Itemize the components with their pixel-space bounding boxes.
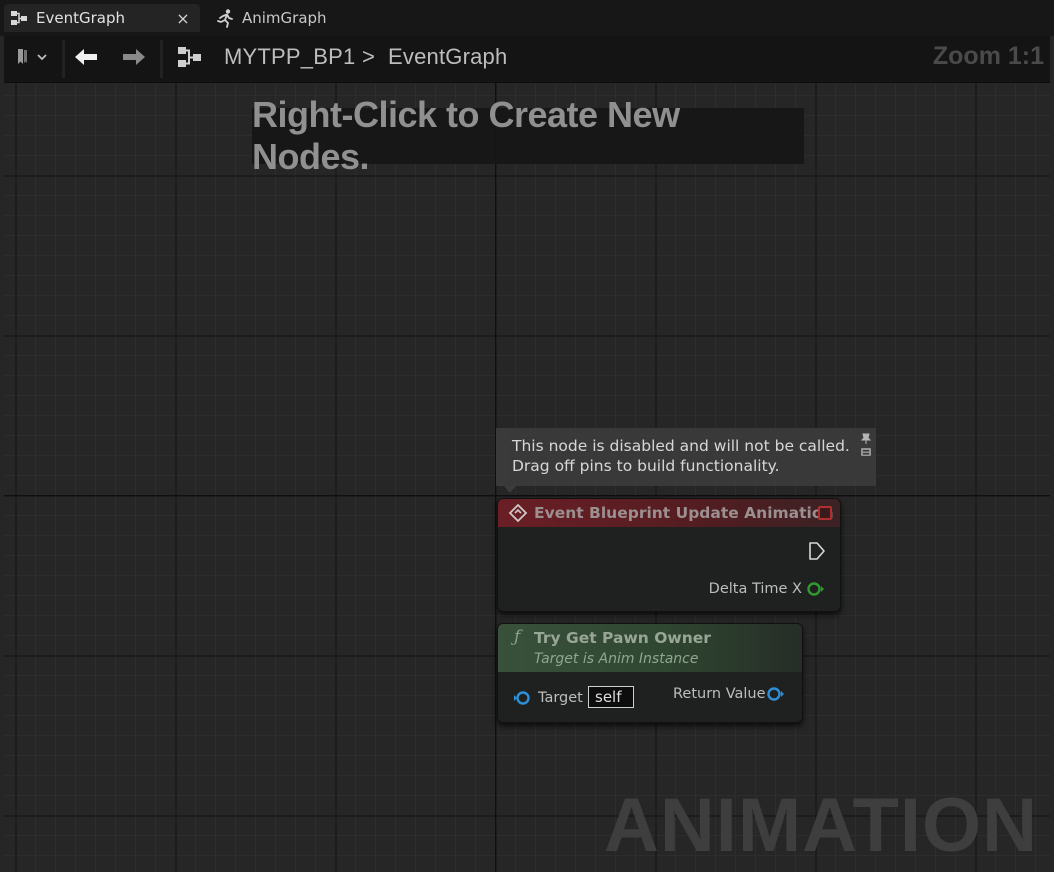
graph-icon: [8, 7, 30, 29]
arrow-right-icon: [121, 47, 147, 71]
target-input[interactable]: self: [588, 686, 634, 708]
breadcrumb-graph[interactable]: EventGraph: [388, 44, 507, 70]
pin-label-delta-time: Delta Time X: [708, 581, 802, 597]
stop-icon: [818, 506, 832, 520]
forward-button[interactable]: [116, 42, 152, 76]
graph-watermark: ANIMATION: [604, 783, 1038, 868]
event-diamond-icon: [508, 503, 528, 523]
close-icon[interactable]: ×: [172, 9, 194, 28]
graph-button[interactable]: [172, 42, 208, 76]
toolbar-divider: [160, 40, 163, 78]
breadcrumb-separator-icon: >: [362, 44, 376, 69]
running-figure-icon: [214, 7, 236, 29]
exec-output-pin[interactable]: [808, 541, 826, 565]
graph-icon: [176, 45, 204, 73]
comment-tail: [504, 486, 516, 493]
comment-line: This node is disabled and will not be ca…: [512, 437, 850, 455]
zoom-level: Zoom 1:1: [932, 42, 1044, 70]
function-icon: ƒ: [514, 627, 521, 647]
node-header: Event Blueprint Update Animation: [498, 499, 840, 527]
float-output-pin[interactable]: [806, 581, 826, 601]
tab-animgraph[interactable]: AnimGraph: [210, 4, 360, 32]
tab-eventgraph[interactable]: EventGraph ×: [4, 4, 200, 32]
arrow-left-icon: [73, 47, 99, 71]
pin-label-return-value: Return Value: [673, 686, 766, 702]
node-header: ƒ Try Get Pawn Owner Target is Anim Inst…: [498, 624, 802, 672]
tab-label: AnimGraph: [242, 9, 327, 27]
pin-label-target: Target: [538, 690, 583, 706]
tab-label: EventGraph: [36, 9, 125, 27]
event-blueprint-update-animation-node[interactable]: Event Blueprint Update Animation Delta T…: [497, 498, 841, 612]
canvas-hint: Right-Click to Create New Nodes.: [252, 94, 804, 177]
comment-line: Drag off pins to build functionality.: [512, 457, 780, 475]
object-output-pin[interactable]: [766, 686, 786, 706]
node-title: Event Blueprint Update Animation: [534, 504, 834, 522]
back-button[interactable]: [68, 42, 104, 76]
try-get-pawn-owner-node[interactable]: ƒ Try Get Pawn Owner Target is Anim Inst…: [497, 623, 803, 723]
bookmark-icon: [15, 47, 49, 71]
tab-bar: EventGraph × AnimGraph: [0, 0, 1054, 36]
object-input-pin[interactable]: [512, 690, 532, 710]
pin-comment-icon[interactable]: [860, 433, 872, 464]
node-comment-bubble[interactable]: This node is disabled and will not be ca…: [496, 428, 876, 486]
node-subtitle: Target is Anim Instance: [534, 651, 699, 667]
toolbar-divider: [62, 40, 65, 78]
breadcrumb-blueprint[interactable]: MYTPP_BP1: [224, 44, 355, 70]
bookmark-button[interactable]: [8, 42, 56, 76]
node-title: Try Get Pawn Owner: [534, 629, 711, 647]
graph-toolbar: MYTPP_BP1 > EventGraph Zoom 1:1: [4, 36, 1050, 83]
